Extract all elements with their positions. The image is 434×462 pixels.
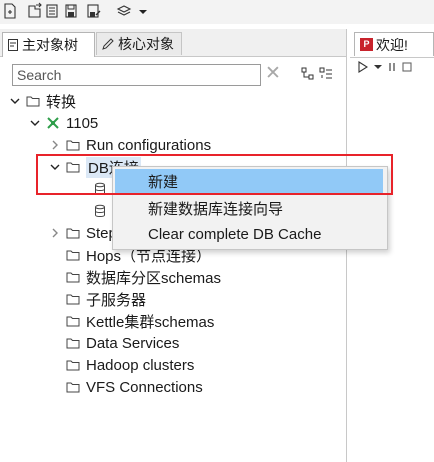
- stop-icon[interactable]: [402, 60, 412, 78]
- tree-label: 转换: [46, 93, 77, 111]
- tree-label: VFS Connections: [86, 378, 203, 396]
- chevron-down-icon[interactable]: [28, 116, 42, 130]
- folder-icon: [66, 249, 80, 261]
- play-icon[interactable]: [358, 60, 369, 78]
- pause-icon[interactable]: [388, 60, 396, 78]
- tree-tab-icon: [7, 38, 19, 52]
- main-toolbar: [0, 0, 434, 24]
- tree-node-vfs-connections[interactable]: VFS Connections: [62, 376, 203, 398]
- pencil-icon: [101, 37, 115, 51]
- expand-all-icon[interactable]: [301, 67, 315, 86]
- collapse-all-icon[interactable]: [319, 67, 333, 86]
- chevron-right-icon[interactable]: [48, 226, 62, 240]
- tree-label: Hadoop clusters: [86, 356, 195, 374]
- folder-icon: [66, 293, 80, 305]
- database-icon: [94, 204, 106, 218]
- tab-label: 欢迎!: [376, 36, 408, 53]
- layers-icon[interactable]: [116, 2, 132, 20]
- menu-item-new[interactable]: 新建: [115, 169, 383, 193]
- folder-icon: [66, 161, 80, 173]
- tree-label: 子服务器: [86, 291, 147, 309]
- tree-node-transformations[interactable]: 转换: [8, 90, 76, 112]
- tree-label: Kettle集群schemas: [86, 313, 215, 331]
- save-icon[interactable]: [64, 2, 80, 20]
- tree-node-hadoop-clusters[interactable]: Hadoop clusters: [62, 354, 194, 376]
- folder-icon: [26, 95, 40, 107]
- save-as-icon[interactable]: [86, 2, 102, 20]
- tree-node-db-connection-2[interactable]: [90, 200, 112, 222]
- tab-label: 核心对象: [118, 36, 174, 52]
- database-icon: [94, 182, 106, 196]
- tab-core-objects[interactable]: 核心对象: [96, 32, 182, 55]
- tab-welcome[interactable]: P 欢迎!: [354, 32, 434, 56]
- tree-node-db-connection-1[interactable]: [90, 178, 112, 200]
- pentaho-icon: P: [360, 38, 373, 51]
- tree-label: 数据库分区schemas: [86, 269, 222, 287]
- search-box: [12, 64, 261, 86]
- folder-icon: [66, 315, 80, 327]
- transformation-icon: [46, 116, 60, 130]
- folder-icon: [66, 227, 80, 239]
- folder-icon: [66, 139, 80, 151]
- clear-search-icon[interactable]: ✕: [265, 63, 281, 85]
- tree-label: Run configurations: [86, 136, 212, 154]
- tab-main-object-tree[interactable]: 主对象树: [2, 32, 95, 57]
- tree-node-kettle-cluster-schemas[interactable]: Kettle集群schemas: [62, 310, 214, 332]
- tab-label: 主对象树: [22, 37, 78, 53]
- tree-node-transformation-1105[interactable]: 1105: [28, 112, 98, 134]
- welcome-toolbar: [350, 57, 434, 79]
- tree-node-partition-schemas[interactable]: 数据库分区schemas: [62, 266, 221, 288]
- folder-icon: [66, 337, 80, 349]
- menu-item-new-db-wizard[interactable]: 新建数据库连接向导: [115, 196, 383, 220]
- chevron-down-icon[interactable]: [8, 94, 22, 108]
- new-file-icon[interactable]: [3, 2, 19, 20]
- folder-icon: [66, 271, 80, 283]
- dropdown-arrow-icon[interactable]: [137, 2, 153, 20]
- panel-tabstrip: 主对象树 核心对象: [0, 29, 346, 57]
- tree-label: Data Services: [86, 334, 180, 352]
- tree-node-run-configurations[interactable]: Run configurations: [48, 134, 211, 156]
- folder-icon: [66, 359, 80, 371]
- context-menu: 新建 新建数据库连接向导 Clear complete DB Cache: [112, 166, 388, 250]
- chevron-down-icon[interactable]: [48, 160, 62, 174]
- menu-item-clear-db-cache[interactable]: Clear complete DB Cache: [115, 222, 383, 246]
- search-input[interactable]: [13, 65, 261, 85]
- tree-node-data-services[interactable]: Data Services: [62, 332, 179, 354]
- tree-node-slave-servers[interactable]: 子服务器: [62, 288, 146, 310]
- chevron-right-icon[interactable]: [48, 138, 62, 152]
- file-properties-icon[interactable]: [45, 2, 61, 20]
- dropdown-arrow-icon[interactable]: [374, 60, 382, 78]
- open-file-icon[interactable]: [27, 2, 43, 20]
- tree-label: 1105: [66, 114, 99, 132]
- folder-icon: [66, 381, 80, 393]
